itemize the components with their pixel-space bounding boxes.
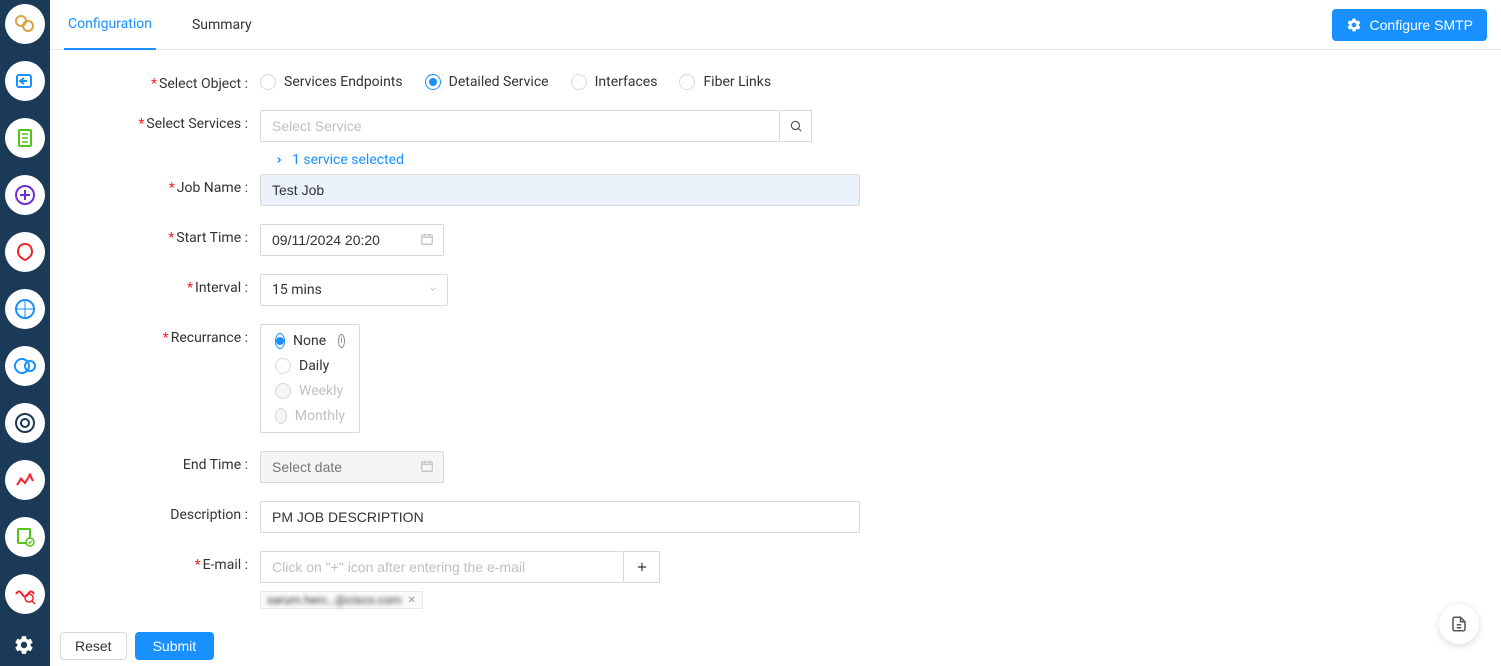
radio-recur-weekly: Weekly [275, 383, 345, 399]
sidebar-item-8[interactable] [5, 460, 45, 500]
services-selected-expand[interactable]: 1 service selected [260, 142, 812, 168]
sidebar-item-2[interactable] [5, 118, 45, 158]
add-email-button[interactable] [624, 551, 660, 583]
chevron-down-icon [428, 284, 438, 294]
select-object-radio-group: Services Endpoints Detailed Service Inte… [260, 70, 771, 90]
sidebar [0, 0, 50, 666]
email-label: *E-mail : [110, 551, 260, 573]
tab-configuration[interactable]: Configuration [64, 0, 156, 50]
description-input[interactable] [260, 501, 860, 533]
radio-recur-daily[interactable]: Daily [275, 358, 345, 374]
sidebar-item-10[interactable] [5, 574, 45, 614]
search-button[interactable] [780, 110, 812, 142]
select-services-label: *Select Services : [110, 110, 260, 132]
calendar-icon [420, 232, 434, 246]
remove-email-icon[interactable]: ✕ [407, 595, 415, 606]
radio-services-endpoints[interactable]: Services Endpoints [260, 74, 403, 90]
sidebar-item-4[interactable] [5, 232, 45, 272]
form-area: *Select Object : Services Endpoints Deta… [50, 50, 1501, 626]
radio-recur-monthly: Monthly [275, 408, 345, 424]
document-icon [1450, 615, 1468, 633]
sidebar-item-5[interactable] [5, 289, 45, 329]
info-icon: i [338, 334, 345, 348]
search-icon [789, 119, 803, 133]
email-input[interactable] [260, 551, 624, 583]
description-label: Description : [110, 501, 260, 523]
sidebar-item-3[interactable] [5, 175, 45, 215]
recurrance-radio-group: Nonei Daily Weekly Monthly [260, 324, 360, 433]
job-name-input[interactable] [260, 174, 860, 206]
radio-detailed-service[interactable]: Detailed Service [425, 74, 549, 90]
sidebar-item-1[interactable] [5, 61, 45, 101]
tabs: Configuration Summary [64, 0, 288, 50]
recurrance-label: *Recurrance : [110, 324, 260, 346]
sidebar-item-0[interactable] [5, 4, 45, 44]
radio-recur-none[interactable]: Nonei [275, 333, 345, 349]
email-tag-text: sarum.herc…@cisco.com [267, 593, 401, 607]
sidebar-item-9[interactable] [5, 517, 45, 557]
plus-icon [635, 560, 649, 574]
services-selected-text: 1 service selected [292, 152, 404, 168]
radio-interfaces[interactable]: Interfaces [571, 74, 658, 90]
select-service-input[interactable] [260, 110, 780, 142]
tab-summary[interactable]: Summary [188, 0, 256, 50]
sidebar-item-6[interactable] [5, 346, 45, 386]
start-time-label: *Start Time : [110, 224, 260, 246]
floating-doc-button[interactable] [1439, 604, 1479, 644]
email-tag: sarum.herc…@cisco.com ✕ [260, 591, 423, 609]
job-name-label: *Job Name : [110, 174, 260, 196]
end-time-label: End Time : [110, 451, 260, 473]
gear-icon [1346, 17, 1362, 33]
chevron-right-icon [274, 155, 284, 165]
interval-select[interactable]: 15 mins [260, 274, 448, 306]
start-time-input[interactable] [260, 224, 444, 256]
end-time-input [260, 451, 444, 483]
submit-button[interactable]: Submit [135, 632, 215, 660]
settings-gear-icon[interactable] [13, 634, 37, 658]
main-content: Configuration Summary Configure SMTP *Se… [50, 0, 1501, 666]
footer: Reset Submit [50, 626, 1501, 666]
reset-button[interactable]: Reset [60, 632, 127, 660]
calendar-icon [420, 459, 434, 473]
sidebar-item-7[interactable] [5, 403, 45, 443]
radio-fiber-links[interactable]: Fiber Links [679, 74, 771, 90]
configure-smtp-label: Configure SMTP [1370, 17, 1473, 33]
interval-label: *Interval : [110, 274, 260, 296]
header: Configuration Summary Configure SMTP [50, 0, 1501, 50]
select-object-label: *Select Object : [110, 70, 260, 92]
configure-smtp-button[interactable]: Configure SMTP [1332, 9, 1487, 41]
